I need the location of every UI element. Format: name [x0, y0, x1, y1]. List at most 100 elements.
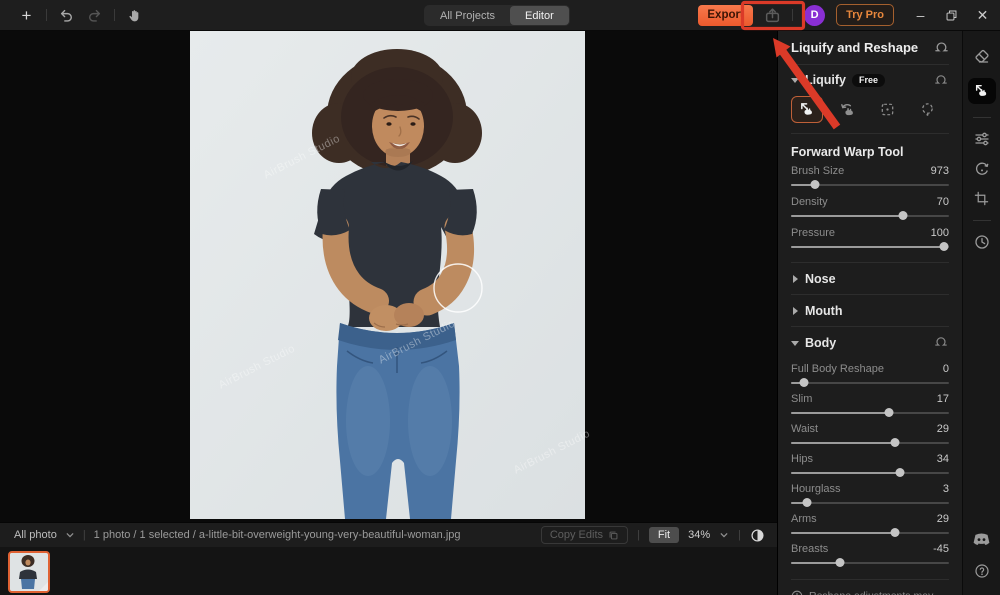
copy-edits-button[interactable]: Copy Edits [541, 526, 628, 544]
filmstrip [0, 547, 777, 595]
liquify-section-title: Liquify [805, 73, 846, 87]
liquify-tools [791, 96, 949, 123]
slider-thumb[interactable] [896, 468, 905, 477]
photo-of-woman[interactable]: AirBrush Studio AirBrush Studio AirBrush… [190, 31, 585, 519]
slider-thumb[interactable] [835, 558, 844, 567]
undo-icon[interactable] [58, 7, 75, 24]
face-reshape-icon[interactable] [973, 160, 990, 177]
history-icon[interactable] [973, 233, 990, 250]
slider-fill [791, 562, 840, 564]
zoom-controls: Copy Edits | Fit 34% | [541, 526, 777, 544]
crop-icon[interactable] [973, 190, 990, 207]
minimize-icon[interactable]: – [913, 8, 928, 23]
tab-editor[interactable]: Editor [510, 6, 569, 25]
forward-warp-sliders: Brush Size973Density70Pressure100 [791, 164, 949, 252]
redo-icon[interactable] [86, 7, 103, 24]
restore-warp-tool-button[interactable] [831, 96, 863, 123]
slider-rail [791, 382, 949, 384]
slider-track[interactable] [791, 377, 949, 388]
body-section-header[interactable]: Body [791, 327, 949, 358]
slider-track[interactable] [791, 557, 949, 568]
slider-thumb[interactable] [810, 180, 819, 189]
slider-track[interactable] [791, 467, 949, 478]
eraser-icon[interactable] [973, 48, 990, 65]
try-pro-button[interactable]: Try Pro [836, 4, 894, 26]
chevron-down-icon[interactable] [719, 530, 729, 540]
slider-thumb[interactable] [799, 378, 808, 387]
slider-track[interactable] [791, 407, 949, 418]
divider [792, 9, 793, 21]
slider-thumb[interactable] [940, 242, 949, 251]
slider-thumb[interactable] [884, 408, 893, 417]
discord-icon[interactable] [973, 531, 990, 548]
slider-thumb[interactable] [802, 498, 811, 507]
liquify-tool-selected[interactable] [968, 78, 996, 104]
slider-track[interactable] [791, 210, 949, 221]
slider-track[interactable] [791, 241, 949, 252]
adjustments-icon[interactable] [973, 130, 990, 147]
slider-track[interactable] [791, 497, 949, 508]
export-button[interactable]: Export [698, 5, 753, 26]
divider [973, 117, 991, 118]
bloat-tool-button[interactable] [911, 96, 943, 123]
slider-thumb[interactable] [891, 438, 900, 447]
slider-track[interactable] [791, 437, 949, 448]
share-icon[interactable] [764, 7, 781, 24]
section-mouth[interactable]: Mouth [791, 295, 949, 327]
slider-thumb[interactable] [891, 528, 900, 537]
slider-hips: Hips34 [791, 452, 949, 478]
reset-icon[interactable] [934, 73, 949, 88]
panel-title: Liquify and Reshape [791, 40, 918, 55]
slider-fill [791, 442, 895, 444]
slider-label: Full Body Reshape [791, 363, 884, 375]
copy-edits-label: Copy Edits [550, 529, 603, 541]
slider-track[interactable] [791, 179, 949, 190]
photo-thumbnail[interactable] [8, 551, 50, 593]
slider-density: Density70 [791, 195, 949, 221]
reset-icon[interactable] [934, 40, 949, 55]
slider-slim: Slim17 [791, 392, 949, 418]
slider-waist: Waist29 [791, 422, 949, 448]
pucker-tool-button[interactable] [871, 96, 903, 123]
close-icon[interactable]: ✕ [975, 8, 990, 23]
slider-thumb[interactable] [899, 211, 908, 220]
divider [973, 220, 991, 221]
liquify-panel: Liquify and Reshape Liquify Free [777, 31, 962, 595]
reset-icon[interactable] [934, 335, 949, 350]
zoom-level[interactable]: 34% [688, 529, 710, 541]
avatar[interactable]: D [804, 5, 825, 26]
editor-canvas[interactable]: AirBrush Studio AirBrush Studio AirBrush… [0, 31, 777, 522]
forward-warp-tool-button[interactable] [791, 96, 823, 123]
info-icon [791, 590, 803, 595]
slider-track[interactable] [791, 527, 949, 538]
tool-rail [962, 31, 1000, 595]
liquify-section-header[interactable]: Liquify Free [791, 65, 949, 95]
plus-icon[interactable]: + [18, 7, 35, 24]
slider-value: -45 [933, 543, 949, 555]
window-controls: – ✕ [913, 8, 990, 23]
section-title: Nose [805, 272, 836, 286]
slider-label: Brush Size [791, 165, 844, 177]
help-icon[interactable] [973, 562, 990, 579]
body-sliders: Full Body Reshape0Slim17Waist29Hips34Hou… [791, 362, 949, 568]
slider-label: Breasts [791, 543, 828, 555]
section-nose[interactable]: Nose [791, 263, 949, 295]
slider-value: 34 [937, 453, 949, 465]
fit-button[interactable]: Fit [649, 527, 679, 543]
reshape-note-text: Reshape adjustments may have no visible … [809, 589, 949, 595]
compare-icon[interactable] [750, 528, 765, 543]
tab-all-projects[interactable]: All Projects [425, 6, 510, 25]
slider-fill [791, 412, 889, 414]
photo-filter-group: All photo | 1 photo / 1 selected / a-lit… [0, 529, 461, 541]
photo-illustration [190, 31, 585, 519]
divider: | [83, 529, 86, 541]
restore-icon[interactable] [944, 8, 959, 23]
chevron-down-icon [791, 339, 799, 347]
reshape-note: Reshape adjustments may have no visible … [791, 589, 949, 595]
section-title: Mouth [805, 304, 842, 318]
slider-value: 973 [931, 165, 949, 177]
slider-hourglass: Hourglass3 [791, 482, 949, 508]
chevron-down-icon[interactable] [65, 530, 75, 540]
hand-tool-icon[interactable] [126, 7, 143, 24]
photo-filter-label[interactable]: All photo [14, 529, 57, 541]
